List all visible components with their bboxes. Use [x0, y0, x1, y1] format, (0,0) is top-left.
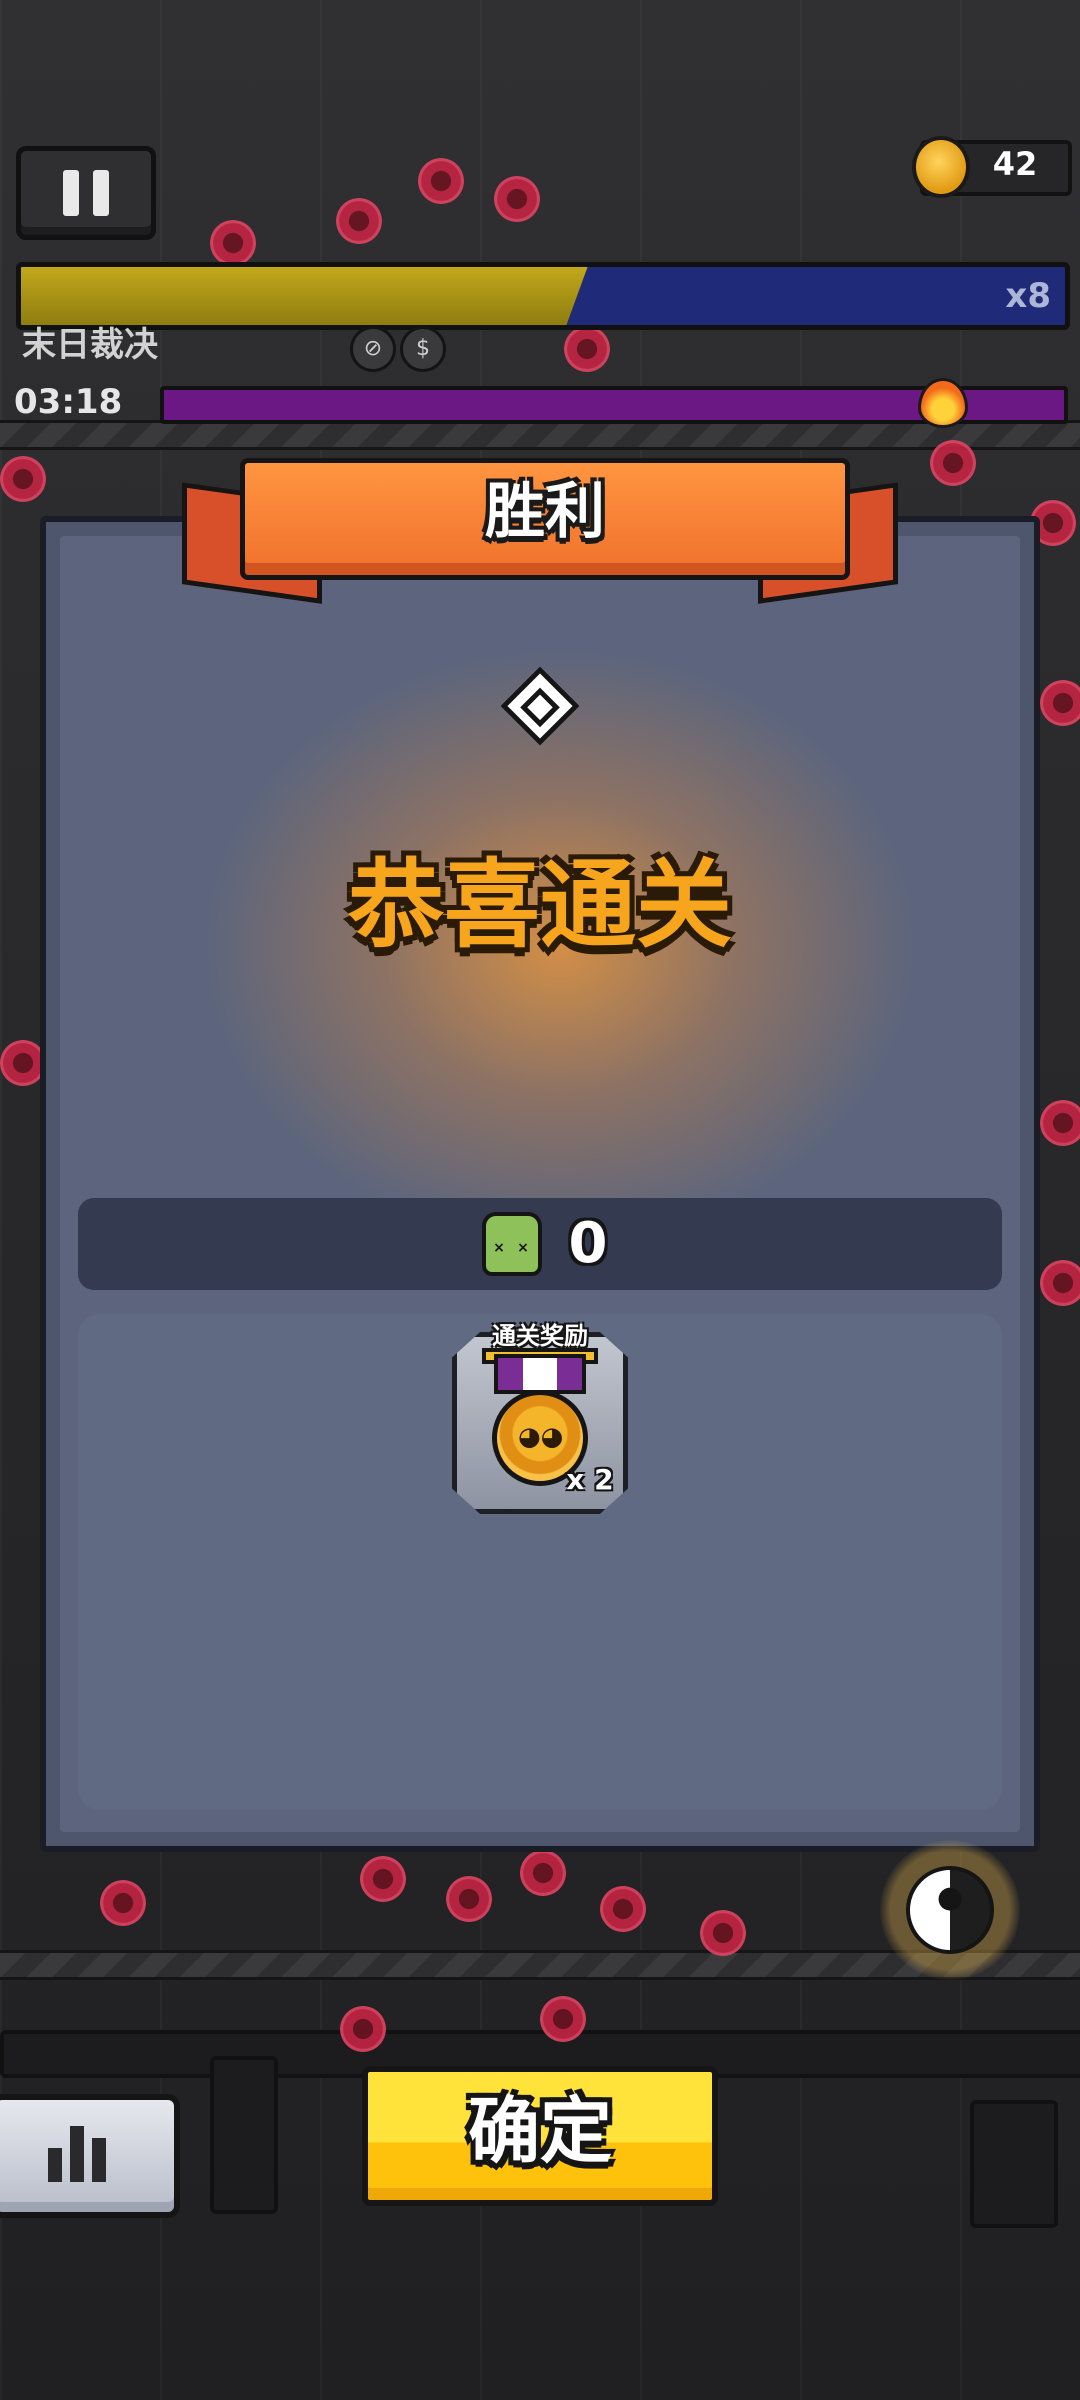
- confirm-button-label[interactable]: 确定: [362, 2066, 718, 2196]
- enemy-sprite: [540, 1996, 586, 2042]
- enemy-sprite: [564, 326, 610, 372]
- boss-name: 末日裁决: [22, 325, 158, 365]
- bar-chart-icon: [48, 2148, 62, 2182]
- dialog-title: 胜利: [485, 477, 605, 547]
- boss-health-bar: x8: [16, 262, 1070, 330]
- enemy-sprite: [1040, 1260, 1080, 1306]
- zombie-eye: ×: [517, 1240, 529, 1256]
- boss-health-fill: [21, 267, 596, 325]
- rewards-panel: 通关奖励 ◕◕ x 2: [78, 1314, 1002, 1810]
- enemy-sprite: [446, 1876, 492, 1922]
- kill-count: 0: [568, 1211, 608, 1276]
- bar-chart-icon: [70, 2126, 84, 2182]
- boss-trait-icon: ⊘: [350, 326, 396, 372]
- machine-part: [970, 2100, 1058, 2228]
- enemy-sprite: [336, 198, 382, 244]
- boss-health-multiplier: x8: [1005, 276, 1051, 316]
- stage-clear-text: 恭喜通关: [348, 849, 732, 961]
- enemy-sprite: [520, 1850, 566, 1896]
- enemy-sprite: [1040, 680, 1080, 726]
- zombie-eye: ×: [493, 1240, 505, 1256]
- enemy-sprite: [418, 158, 464, 204]
- arena-rail-top: [0, 420, 1080, 450]
- enemy-sprite: [600, 1886, 646, 1932]
- medal-face: ◕◕: [518, 1422, 564, 1452]
- paw-icon: ●: [936, 1880, 964, 1915]
- pause-icon: [63, 170, 79, 216]
- kill-count-row: × × 0: [78, 1198, 1002, 1290]
- stats-button[interactable]: [0, 2094, 180, 2218]
- enemy-sprite: [0, 456, 46, 502]
- enemy-sprite: [1040, 1100, 1080, 1146]
- enemy-sprite: [340, 2006, 386, 2052]
- stage-timer: 03:18: [14, 382, 123, 422]
- enemy-sprite: [210, 220, 256, 266]
- reward-quantity: x 2: [566, 1463, 614, 1496]
- bar-chart-icon: [92, 2138, 106, 2182]
- pause-button[interactable]: [16, 146, 156, 240]
- boss-trait-icon: $: [400, 326, 446, 372]
- coin-count: 42: [992, 145, 1038, 183]
- enemy-sprite: [930, 440, 976, 486]
- machine-part: [210, 2056, 278, 2214]
- pause-icon: [93, 170, 109, 216]
- enemy-sprite: [494, 176, 540, 222]
- enemy-sprite: [700, 1910, 746, 1956]
- enemy-sprite: [360, 1856, 406, 1902]
- medal-ribbon: [494, 1354, 586, 1394]
- zombie-kill-icon: × ×: [482, 1212, 542, 1276]
- enemy-sprite: [100, 1880, 146, 1926]
- coin-icon: [912, 136, 970, 198]
